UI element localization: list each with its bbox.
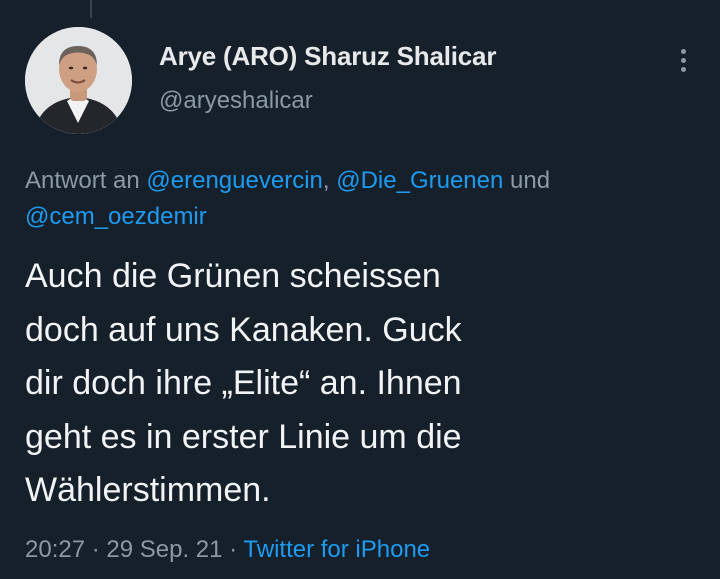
reply-context: Antwort an @erenguevercin, @Die_Gruenen … [25, 163, 695, 235]
more-vertical-icon [681, 49, 686, 54]
author-names: Arye (ARO) Sharuz Shalicar @aryeshalicar [159, 40, 496, 116]
mention-link[interactable]: @erenguevercin [146, 167, 322, 194]
tweet-text-line: Wählerstimmen. [25, 471, 271, 509]
tweet-text-line: dir doch ihre „Elite“ an. Ihnen [25, 364, 462, 402]
meta-separator: · [222, 536, 244, 563]
avatar[interactable] [25, 27, 132, 134]
more-vertical-icon-dot [681, 67, 686, 72]
avatar-image [25, 27, 132, 134]
author-display-name[interactable]: Arye (ARO) Sharuz Shalicar [159, 40, 496, 72]
author-handle[interactable]: @aryeshalicar [159, 86, 496, 116]
tweet-text-line: doch auf uns Kanaken. Guck [25, 310, 462, 349]
tweet-text-line: Auch die Grünen scheissen [25, 257, 441, 295]
more-vertical-icon-dot [681, 58, 686, 63]
tweet-text-line: geht es in erster Linie um die [25, 417, 462, 456]
mention-link[interactable]: @Die_Gruenen [336, 167, 503, 194]
tweet-text: Auch die Grünen scheissen doch auf uns K… [25, 250, 695, 518]
tweet-source-link[interactable]: Twitter for iPhone [243, 536, 430, 563]
tweet-date[interactable]: 29 Sep. 21 [106, 536, 222, 563]
tweet-time[interactable]: 20:27 [25, 536, 85, 563]
reply-separator: und [503, 167, 551, 194]
meta-separator: · [85, 536, 107, 563]
reply-separator: , [322, 167, 337, 194]
reply-prefix: Antwort an [25, 167, 147, 194]
more-options-button[interactable] [672, 45, 696, 77]
tweet-metadata: 20:27 · 29 Sep. 21 · Twitter for iPhone [25, 533, 430, 567]
mention-link[interactable]: @cem_oezdemir [25, 203, 207, 230]
tweet-header: Arye (ARO) Sharuz Shalicar @aryeshalicar [25, 27, 696, 137]
thread-connector-line [90, 0, 92, 18]
